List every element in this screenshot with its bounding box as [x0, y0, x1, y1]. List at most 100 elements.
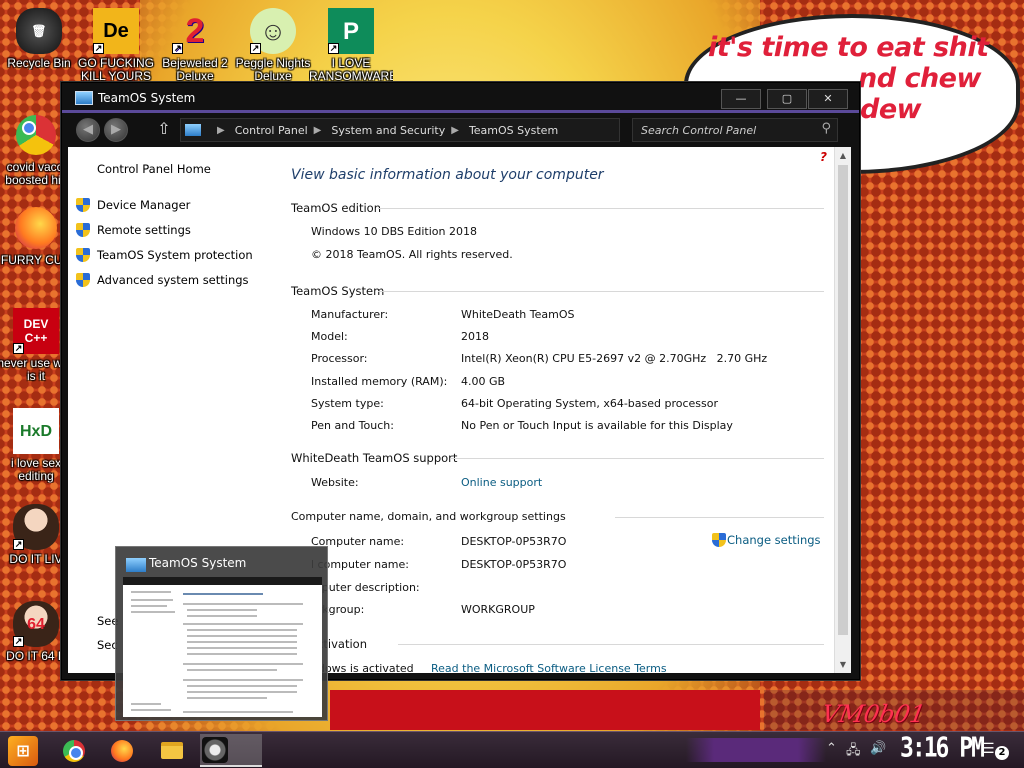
notification-icon[interactable]: ☰ 2 — [982, 741, 1009, 761]
portrait-64-icon: 64 ↗ — [13, 601, 59, 647]
taskbar-thumbnail-preview[interactable]: TeamOS System — [115, 546, 328, 721]
remote-settings-link[interactable]: Remote settings — [76, 223, 191, 237]
desktop-icon-ransomware[interactable]: P ↗ I LOVE RANSOMWARE — [309, 8, 393, 83]
taskbar-file-explorer[interactable] — [154, 734, 190, 767]
ram-value: 4.00 GB — [461, 375, 506, 388]
forward-button[interactable]: ▶ — [104, 118, 128, 142]
chrome-icon — [63, 739, 85, 762]
breadcrumb-separator: ▶ — [313, 124, 322, 136]
taskbar-chrome[interactable] — [56, 734, 92, 767]
breadcrumb[interactable]: ▶ Control Panel ▶ System and Security ▶ … — [180, 118, 620, 142]
shield-icon — [712, 533, 726, 547]
thumbnail-image — [123, 577, 322, 717]
system-heading: TeamOS System — [291, 284, 385, 298]
ram-label: Installed memory (RAM): — [311, 375, 448, 388]
taskbar-system-window[interactable] — [200, 734, 262, 767]
desktop-icon-go-kill[interactable]: De ↗ GO FUCKING KILL YOURS — [74, 8, 158, 83]
taskbar-firefox[interactable] — [104, 734, 140, 767]
search-placeholder: Search Control Panel — [641, 124, 757, 137]
chrome-icon — [13, 112, 59, 158]
system-protection-link[interactable]: TeamOS System protection — [76, 248, 253, 262]
back-button[interactable]: ◀ — [76, 118, 100, 142]
close-button[interactable]: ✕ — [808, 89, 848, 109]
section-divider — [615, 517, 824, 518]
search-input[interactable]: Search Control Panel ⚲ — [632, 118, 838, 142]
network-icon[interactable]: 🖧 — [846, 741, 861, 763]
tray-decoration — [686, 738, 826, 762]
breadcrumb-system-security[interactable]: System and Security — [331, 124, 445, 137]
section-divider — [378, 291, 824, 292]
model-label: Model: — [311, 330, 348, 343]
scroll-thumb[interactable] — [838, 165, 848, 635]
support-heading: WhiteDeath TeamOS support — [291, 451, 458, 465]
edition-copyright: © 2018 TeamOS. All rights reserved. — [311, 248, 513, 261]
edition-name: Windows 10 DBS Edition 2018 — [311, 225, 477, 238]
system-type-value: 64-bit Operating System, x64-based proce… — [461, 397, 719, 410]
pen-touch-value: No Pen or Touch Input is available for t… — [461, 419, 733, 432]
control-panel-home-link[interactable]: Control Panel Home — [97, 162, 211, 176]
breadcrumb-control-panel[interactable]: Control Panel — [235, 124, 308, 137]
desktop-icon-recycle-bin[interactable]: 🗑 Recycle Bin — [0, 8, 81, 70]
publisher-icon: P ↗ — [328, 8, 374, 54]
desktop-icon-peggle[interactable]: ☺ ↗ Peggle Nights Deluxe — [231, 8, 315, 83]
notification-count: 2 — [995, 746, 1009, 760]
shield-icon — [76, 223, 90, 237]
processor-value: Intel(R) Xeon(R) CPU E5-2697 v2 @ 2.70GH… — [461, 352, 768, 365]
workgroup-value: WORKGROUP — [461, 603, 535, 616]
up-arrow-icon[interactable]: ⇧ — [152, 118, 176, 142]
search-icon[interactable]: ⚲ — [821, 121, 831, 136]
peggle-icon: ☺ ↗ — [250, 8, 296, 54]
computer-name-value: DESKTOP-0P53R7O — [461, 535, 567, 548]
license-terms-link[interactable]: Read the Microsoft Software License Term… — [431, 662, 667, 673]
devcpp-icon: DEV C++ ↗ — [13, 308, 59, 354]
volume-icon[interactable]: 🔊 — [870, 741, 886, 756]
shield-icon — [76, 248, 90, 262]
section-divider — [450, 458, 824, 459]
shield-icon — [76, 273, 90, 287]
maximize-button[interactable]: ▢ — [767, 89, 807, 109]
portrait-icon: ↗ — [13, 504, 59, 550]
website-label: Website: — [311, 476, 359, 489]
change-settings-link[interactable]: Change settings — [712, 533, 821, 547]
desktop-icon-bejeweled[interactable]: 2 ↗ Bejeweled 2 Deluxe — [153, 8, 237, 83]
scroll-up-icon[interactable]: ▲ — [835, 147, 851, 164]
chevron-up-icon[interactable]: ⌃ — [826, 741, 837, 756]
breadcrumb-separator: ▶ — [217, 124, 225, 136]
vertical-scrollbar[interactable]: ▲ ▼ — [834, 147, 851, 673]
start-button[interactable]: ⊞ — [8, 736, 38, 766]
online-support-link[interactable]: Online support — [461, 476, 542, 489]
processor-label: Processor: — [311, 352, 368, 365]
shield-icon — [76, 198, 90, 212]
thumbnail-title: TeamOS System — [149, 556, 247, 570]
window-titlebar[interactable]: TeamOS System — ▢ ✕ — [62, 83, 859, 113]
address-row: ◀ ▶ ⇧ ▶ Control Panel ▶ System and Secur… — [68, 116, 853, 144]
wallpaper-red-band — [330, 690, 760, 730]
manufacturer-value: WhiteDeath TeamOS — [461, 308, 575, 321]
devexpress-icon: De ↗ — [93, 8, 139, 54]
recycle-bin-icon: 🗑 — [16, 8, 62, 54]
hxd-icon: HxD — [13, 408, 59, 454]
taskbar: ⊞ ⌃ 🖧 🔊 3:16 PM ☰ 2 — [0, 731, 1024, 768]
advanced-settings-link[interactable]: Advanced system settings — [76, 273, 249, 287]
section-divider — [378, 208, 824, 209]
folder-icon — [161, 742, 183, 759]
clock[interactable]: 3:16 PM — [900, 732, 985, 763]
edition-heading: TeamOS edition — [291, 201, 382, 215]
active-window-icon — [202, 736, 228, 763]
manufacturer-label: Manufacturer: — [311, 308, 389, 321]
device-manager-link[interactable]: Device Manager — [76, 198, 190, 212]
window-title: TeamOS System — [98, 91, 196, 105]
computer-icon — [75, 91, 93, 105]
speech-line-1: it's time to eat shit — [708, 32, 989, 63]
firefox-icon — [111, 739, 133, 762]
help-icon[interactable]: ? — [820, 150, 827, 164]
model-value: 2018 — [461, 330, 489, 343]
wallpaper-signature: VM0b01 — [819, 700, 928, 728]
scroll-down-icon[interactable]: ▼ — [835, 656, 851, 673]
full-computer-name-value: DESKTOP-0P53R7O — [461, 558, 567, 571]
section-divider — [398, 644, 824, 645]
computer-icon — [185, 124, 201, 136]
minimize-button[interactable]: — — [721, 89, 761, 109]
breadcrumb-teamos-system[interactable]: TeamOS System — [469, 124, 558, 137]
firefox-icon — [13, 205, 59, 251]
